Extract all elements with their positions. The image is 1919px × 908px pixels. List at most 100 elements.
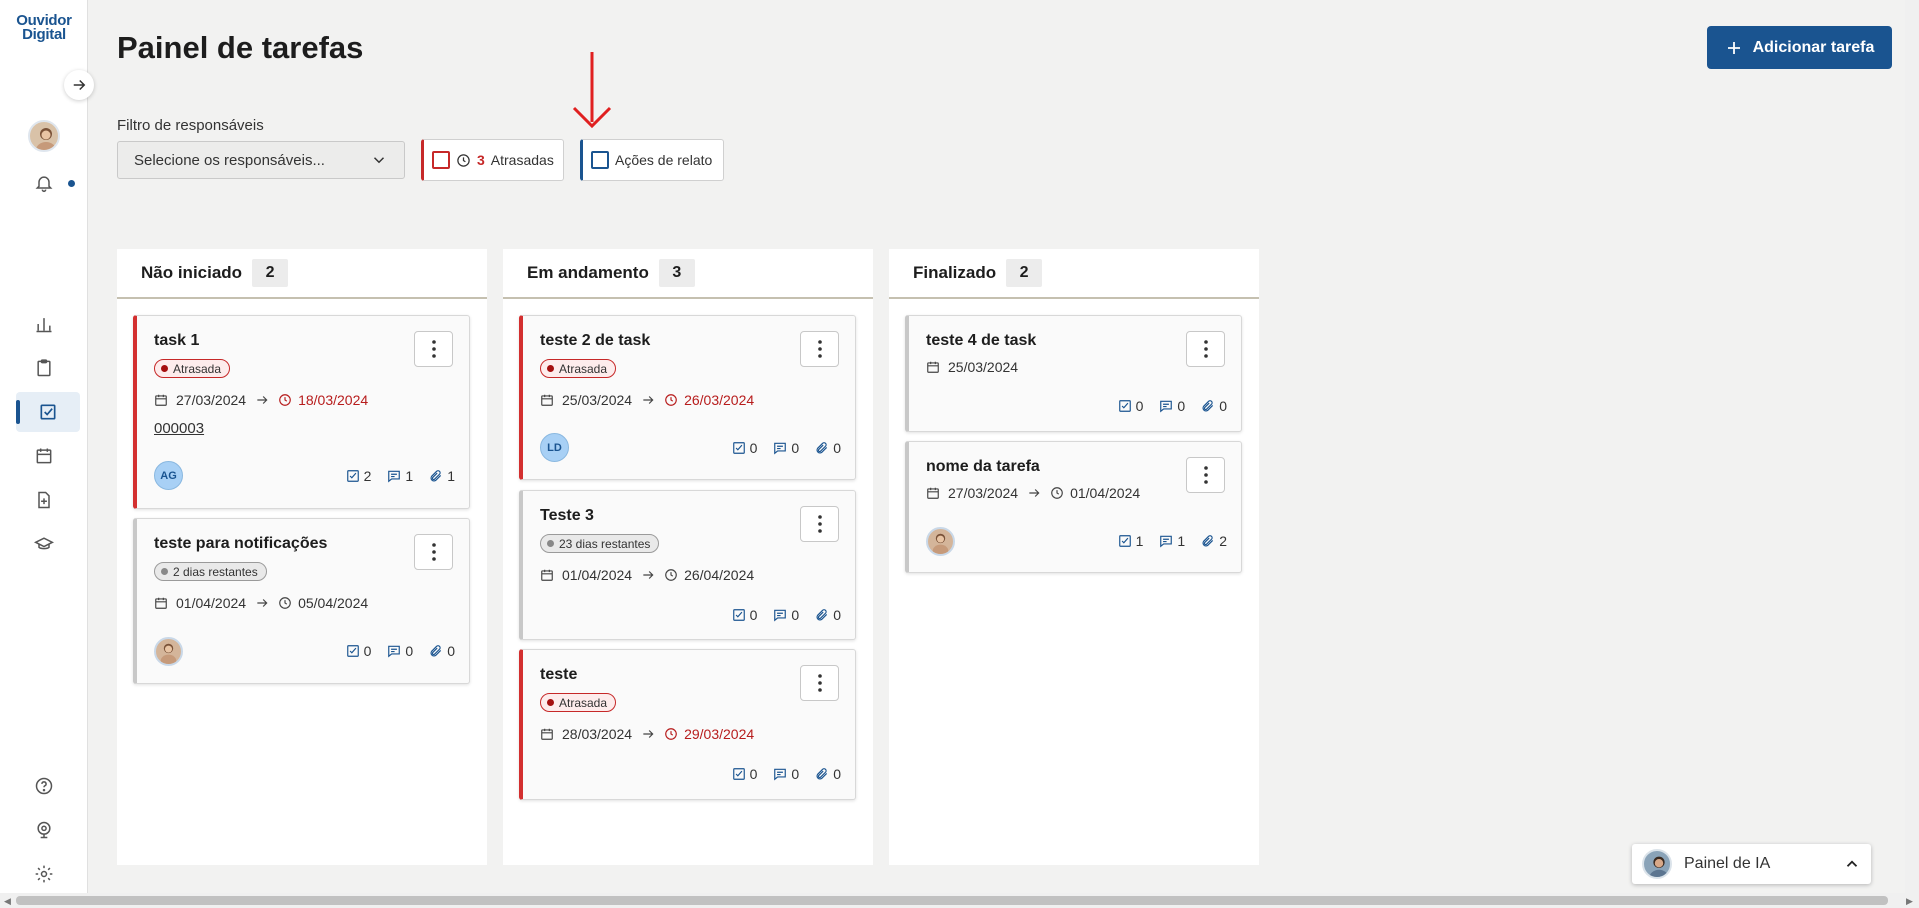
assignee-avatar[interactable]: AG [154,461,183,490]
comment-count: 0 [773,440,799,456]
late-filter-checkbox[interactable] [432,151,450,169]
scroll-right-arrow[interactable]: ▶ [1906,896,1913,907]
kebab-icon [817,515,822,533]
task-dates: 27/03/2024 18/03/2024 [154,392,368,408]
app-logo[interactable]: Ouvidor Digital [14,13,74,42]
relato-filter-label: Ações de relato [615,152,713,168]
sidebar-expand-button[interactable] [64,70,94,100]
start-date: 27/03/2024 [948,485,1019,501]
comment-count: 1 [387,468,413,484]
scrollbar-thumb[interactable] [16,896,1888,905]
arrow-right-icon [643,730,654,738]
add-task-button[interactable]: Adicionar tarefa [1707,26,1892,69]
vertical-scrollbar[interactable] [1905,0,1919,893]
clock-icon [279,394,291,406]
checklist-count: 0 [732,607,757,623]
task-stats: 2 1 1 [346,468,455,484]
due-date: 26/04/2024 [664,567,754,583]
task-check-icon[interactable] [16,392,80,432]
task-menu-button[interactable] [1186,331,1225,367]
relato-filter-checkbox[interactable] [591,151,609,169]
filter-label: Filtro de responsáveis [117,117,264,134]
scroll-left-arrow[interactable]: ◀ [4,896,11,907]
column-title: Finalizado [913,263,997,282]
task-stats: 1 1 2 [1118,533,1227,549]
task-card[interactable]: teste para notificações 2 dias restantes… [133,518,470,684]
status-badge: Atrasada [540,359,617,378]
bell-icon[interactable] [22,163,66,203]
task-menu-button[interactable] [800,331,839,367]
assignee-filter-select[interactable]: Selecione os responsáveis... [117,141,405,179]
attachment-count: 2 [1201,533,1227,549]
calendar-icon [541,728,553,740]
notification-dot [68,180,75,187]
chevron-up-icon [1846,860,1858,867]
calendar-icon [155,394,167,406]
graduation-cap-icon[interactable] [22,524,66,564]
task-card[interactable]: Teste 3 23 dias restantes 01/04/2024 26/… [519,490,856,640]
plus-icon [1727,41,1740,54]
assignee-avatar[interactable] [154,637,183,666]
comment-icon [774,768,787,781]
checkbox-icon [732,768,745,780]
assignee-avatar[interactable] [926,527,955,556]
attachment-count: 0 [429,643,455,659]
ia-panel-label: Painel de IA [1684,855,1771,872]
chevron-down-icon [373,157,385,164]
kebab-icon [431,543,436,561]
user-avatar[interactable] [28,120,60,152]
calendar-icon [927,361,939,373]
comment-icon [1160,400,1173,413]
due-date: 01/04/2024 [1050,485,1140,501]
file-plus-icon[interactable] [22,480,66,520]
column-count: 2 [1006,259,1043,287]
paperclip-icon [1202,400,1214,412]
late-filter-chip[interactable]: 3 Atrasadas [421,139,564,181]
task-card[interactable]: nome da tarefa 27/03/2024 01/04/2024 1 1… [905,441,1242,573]
calendar-icon [541,569,553,581]
paperclip-icon [816,768,828,780]
task-title: task 1 [154,332,200,349]
status-badge: Atrasada [540,693,617,712]
paperclip-icon [816,609,828,621]
column-title: Não iniciado [141,263,243,282]
task-menu-button[interactable] [414,534,453,570]
add-task-label: Adicionar tarefa [1752,38,1875,56]
task-card[interactable]: teste Atrasada 28/03/2024 29/03/2024 0 0… [519,649,856,800]
calendar-icon [541,394,553,406]
help-icon[interactable] [22,766,66,806]
task-card[interactable]: teste 4 de task 25/03/2024 0 0 0 [905,315,1242,432]
status-badge: 23 dias restantes [540,534,660,553]
task-menu-button[interactable] [800,506,839,542]
chart-icon[interactable] [22,304,66,344]
late-filter-label: Atrasadas [490,152,554,168]
attachment-count: 0 [1201,398,1227,414]
relato-filter-chip[interactable]: Ações de relato [580,139,724,181]
assignee-avatar[interactable]: LD [540,433,569,462]
task-card[interactable]: task 1 Atrasada 27/03/2024 18/03/2024 00… [133,315,470,509]
ia-panel-toggle[interactable]: Painel de IA [1632,844,1871,884]
clipboard-icon[interactable] [22,348,66,388]
kebab-icon [431,340,436,358]
comment-count: 0 [773,766,799,782]
task-menu-button[interactable] [800,665,839,701]
comment-icon [1160,535,1173,548]
gear-icon[interactable] [22,854,66,894]
webcam-icon[interactable] [22,810,66,850]
start-date: 01/04/2024 [176,595,247,611]
due-date: 26/03/2024 [664,392,754,408]
task-reference-link[interactable]: 000003 [154,420,204,437]
task-menu-button[interactable] [414,331,453,367]
clock-icon [1051,487,1063,499]
checklist-count: 0 [732,766,757,782]
task-dates: 28/03/2024 29/03/2024 [540,726,754,742]
task-menu-button[interactable] [1186,457,1225,493]
start-date: 01/04/2024 [562,567,633,583]
start-date: 25/03/2024 [948,359,1019,375]
comment-icon [774,442,787,455]
calendar-icon[interactable] [22,436,66,476]
comment-count: 0 [387,643,413,659]
task-card[interactable]: teste 2 de task Atrasada 25/03/2024 26/0… [519,315,856,480]
horizontal-scrollbar[interactable]: ◀ ▶ [0,893,1919,908]
column-finished: Finalizado 2 teste 4 de task 25/03/2024 … [889,249,1259,865]
